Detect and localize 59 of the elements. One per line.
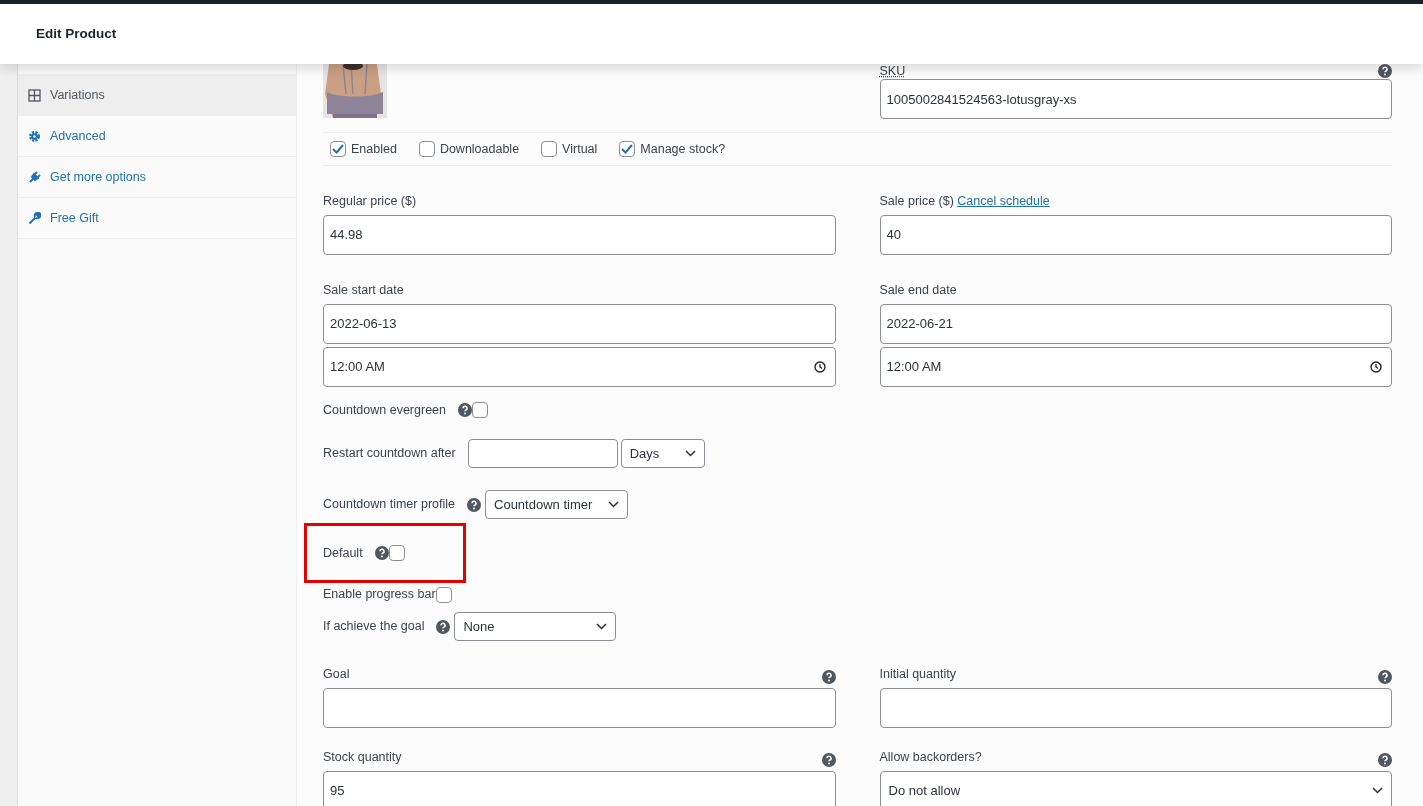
sidebar-item[interactable]: Free Gift <box>18 198 296 239</box>
field-label: Goal <box>323 666 350 683</box>
field-label: Restart countdown after <box>323 445 456 463</box>
field-label: Initial quantity <box>879 666 956 683</box>
chevron-down-icon <box>596 623 608 630</box>
field-label: Countdown evergreen <box>323 401 446 419</box>
clock-icon <box>813 360 826 373</box>
sidebar-item[interactable]: Get more options <box>18 157 296 198</box>
date-field[interactable]: 2022-06-21 <box>879 303 1392 344</box>
sidebar-item[interactable]: Variations <box>18 75 296 116</box>
checkmark-icon <box>621 144 634 154</box>
checkbox[interactable] <box>330 141 346 157</box>
text-field[interactable] <box>323 687 836 728</box>
text-field[interactable] <box>879 687 1392 728</box>
checkbox[interactable] <box>418 141 435 157</box>
profile-select[interactable]: Countdown timer <box>485 490 628 520</box>
plug-icon <box>28 170 41 184</box>
field-label: Regular price ($) <box>323 194 417 208</box>
number-field[interactable] <box>467 439 618 469</box>
field-label: Countdown timer profile <box>323 496 455 514</box>
field-label: Sale start date <box>323 281 405 299</box>
chevron-down-icon <box>608 501 619 509</box>
checkmark-icon <box>332 144 344 154</box>
field-label: If achieve the goal <box>323 618 425 636</box>
field-label: Allow backorders? <box>879 748 982 766</box>
field-label: Default <box>323 544 363 562</box>
checkbox[interactable] <box>619 141 636 157</box>
field-label: Enable progress bar <box>323 586 436 604</box>
field-label: Stock quantity <box>323 748 402 766</box>
field-label: Sale price ($) <box>879 194 954 208</box>
wrench-icon <box>28 211 41 225</box>
option-label: Downloadable <box>439 140 520 158</box>
date-field[interactable]: 2022-06-13 <box>323 303 836 344</box>
field-label: SKU <box>879 64 906 78</box>
clock-icon <box>1370 360 1382 373</box>
field-label: Sale end date <box>879 281 958 299</box>
page-title: Edit Product <box>36 25 117 43</box>
sidebar-item[interactable]: Advanced <box>18 116 296 157</box>
checkbox[interactable] <box>388 545 405 562</box>
checkbox[interactable] <box>435 586 452 603</box>
sku-field[interactable]: 1005002841524563-lotusgray-xs <box>879 79 1392 119</box>
grid-icon <box>28 88 41 102</box>
time-field[interactable]: 12:00 AM <box>879 346 1392 387</box>
backorders-select[interactable]: Do not allow <box>879 770 1392 806</box>
checkbox[interactable] <box>472 401 488 418</box>
option-label: Enabled <box>351 140 397 158</box>
gear-icon <box>28 129 41 143</box>
cancel-schedule-link[interactable]: Cancel schedule <box>957 194 1050 208</box>
checkbox[interactable] <box>541 141 558 157</box>
option-label: Virtual <box>562 140 598 158</box>
profile-select[interactable]: None <box>454 612 617 641</box>
price-field[interactable]: 44.98 <box>323 214 836 255</box>
price-field[interactable]: 40 <box>879 214 1392 255</box>
option-label: Manage stock? <box>640 140 726 158</box>
chevron-down-icon <box>684 450 696 458</box>
unit-select[interactable]: Days <box>620 439 705 469</box>
text-field[interactable]: 95 <box>323 770 836 806</box>
time-field[interactable]: 12:00 AM <box>323 346 836 387</box>
chevron-down-icon <box>1372 787 1383 794</box>
